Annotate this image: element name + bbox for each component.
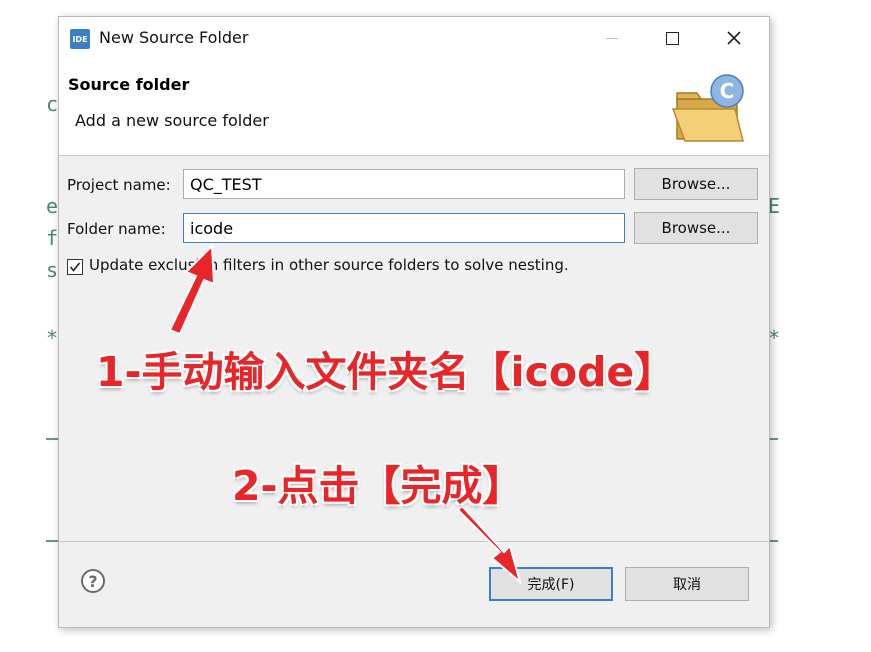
footer-separator (59, 541, 769, 542)
update-exclusion-label[interactable]: Update exclusion filters in other source… (89, 256, 569, 274)
bg-glyph: s (46, 258, 59, 282)
update-exclusion-checkbox[interactable] (67, 259, 83, 275)
bg-glyph: f (46, 226, 59, 250)
source-folder-icon: C (671, 74, 744, 142)
wizard-header: Source folder Add a new source folder C (59, 59, 769, 156)
close-button[interactable] (711, 17, 757, 59)
project-browse-button[interactable]: Browse... (634, 168, 758, 200)
title-bar[interactable]: IDE New Source Folder (59, 17, 769, 59)
ide-app-icon: IDE (70, 29, 90, 49)
project-name-label: Project name: (67, 176, 171, 194)
folder-name-label: Folder name: (67, 220, 166, 238)
annotation-step-1: 1-手动输入文件夹名【icode】 (96, 348, 676, 396)
source-folder-icon-letter: C (720, 79, 735, 103)
new-source-folder-dialog: IDE New Source Folder Source folder Add … (58, 16, 770, 628)
window-title: New Source Folder (99, 28, 249, 47)
finish-button[interactable]: 完成(F) (489, 567, 613, 601)
bg-glyph: c (46, 92, 59, 116)
wizard-description: Add a new source folder (75, 111, 269, 130)
annotation-step-2: 2-点击【完成】 (232, 462, 524, 510)
close-icon (727, 31, 741, 45)
maximize-button[interactable] (649, 17, 695, 59)
bg-glyph: * (46, 326, 59, 350)
bg-glyph: e (46, 194, 59, 218)
folder-browse-button[interactable]: Browse... (634, 212, 758, 244)
project-name-input[interactable] (183, 169, 625, 199)
bg-line (46, 540, 58, 542)
minimize-icon (606, 37, 618, 39)
help-icon[interactable]: ? (81, 569, 105, 593)
minimize-button[interactable] (589, 17, 635, 59)
folder-name-input[interactable] (183, 213, 625, 243)
checkmark-icon (69, 262, 81, 272)
maximize-icon (665, 31, 679, 45)
wizard-title: Source folder (68, 75, 190, 94)
bg-line (46, 438, 58, 440)
cancel-button[interactable]: 取消 (625, 567, 749, 601)
